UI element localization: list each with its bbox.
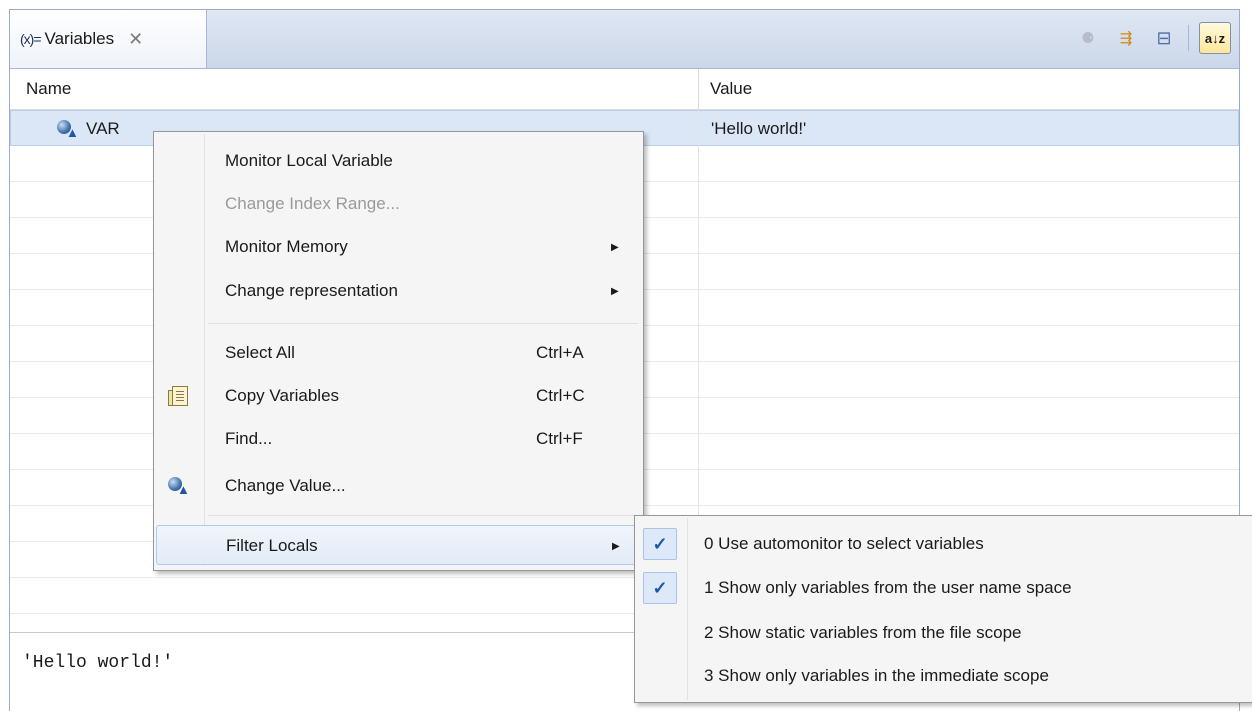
submenu-arrow-icon: ▶ xyxy=(612,540,620,552)
column-divider[interactable] xyxy=(698,69,699,109)
toolbar-separator xyxy=(1188,25,1189,51)
menu-item-shortcut: Ctrl+C xyxy=(536,386,585,405)
sort-icon[interactable]: a↓z xyxy=(1199,22,1231,54)
copy-icon xyxy=(168,384,194,410)
variable-name-cell: ▲ VAR xyxy=(57,111,120,147)
column-header: Name Value xyxy=(10,69,1239,110)
submenu-arrow-icon: ▶ xyxy=(611,241,619,253)
variable-icon: ▲ xyxy=(168,474,194,500)
menu-item-label: Change Value... xyxy=(225,476,346,495)
menu-item-label: Find... xyxy=(225,429,273,448)
submenu-item-label: 1 Show only variables from the user name… xyxy=(704,578,1072,597)
menu-item-label: Select All xyxy=(225,343,295,362)
variables-tab-icon: (x)= xyxy=(20,31,41,47)
submenu-arrow-icon: ▶ xyxy=(611,285,619,297)
menu-item-shortcut: Ctrl+F xyxy=(536,429,583,448)
tab-variables[interactable]: (x)= Variables ✕ xyxy=(10,10,207,68)
menu-item-monitor-memory[interactable]: Monitor Memory ▶ xyxy=(156,227,641,267)
column-header-name[interactable]: Name xyxy=(26,69,71,109)
menu-item-label: Monitor Memory xyxy=(225,237,348,256)
menu-item-label: Change Index Range... xyxy=(225,194,400,213)
view-title-bar: (x)= Variables ✕ ⚈ ⇶ ⊟ a↓z xyxy=(10,10,1239,69)
menu-item-change-representation[interactable]: Change representation ▶ xyxy=(156,271,641,311)
menu-item-find[interactable]: Find... Ctrl+F xyxy=(156,419,641,459)
close-icon[interactable]: ✕ xyxy=(128,29,143,50)
menu-item-shortcut: Ctrl+A xyxy=(536,343,584,362)
detail-text: 'Hello world!' xyxy=(22,653,174,673)
submenu-item-label: 3 Show only variables in the immediate s… xyxy=(704,666,1049,685)
view-toolbar: ⚈ ⇶ ⊟ a↓z xyxy=(1074,22,1231,54)
menu-item-label: Copy Variables xyxy=(225,386,340,405)
menu-separator xyxy=(208,323,638,324)
collapse-all-icon[interactable]: ⊟ xyxy=(1150,24,1178,52)
menu-item-label: Filter Locals xyxy=(226,536,318,555)
submenu-item-automonitor[interactable]: ✓ 0 Use automonitor to select variables xyxy=(637,522,1252,566)
tab-title: Variables xyxy=(44,29,115,48)
menu-item-change-index-range[interactable]: Change Index Range... xyxy=(156,184,641,224)
menu-item-copy-variables[interactable]: Copy Variables Ctrl+C xyxy=(156,376,641,416)
submenu-item-immediate-scope[interactable]: 3 Show only variables in the immediate s… xyxy=(637,654,1252,698)
menu-item-label: Change representation xyxy=(225,281,398,300)
checkmark-icon: ✓ xyxy=(643,572,677,604)
variable-name: VAR xyxy=(86,119,120,138)
menu-separator xyxy=(208,515,638,516)
context-menu: Monitor Local Variable Change Index Rang… xyxy=(153,131,644,571)
submenu-item-user-name-space[interactable]: ✓ 1 Show only variables from the user na… xyxy=(637,566,1252,610)
menu-item-label: Monitor Local Variable xyxy=(225,151,393,170)
variable-value: 'Hello world!' xyxy=(711,119,807,138)
submenu-item-label: 0 Use automonitor to select variables xyxy=(704,534,984,553)
layout-icon[interactable]: ⇶ xyxy=(1112,24,1140,52)
show-type-names-icon[interactable]: ⚈ xyxy=(1074,24,1102,52)
menu-item-select-all[interactable]: Select All Ctrl+A xyxy=(156,333,641,373)
variable-icon: ▲ xyxy=(57,119,79,140)
submenu-item-static-file-scope[interactable]: 2 Show static variables from the file sc… xyxy=(637,611,1252,655)
submenu-item-label: 2 Show static variables from the file sc… xyxy=(704,623,1022,642)
checkmark-icon: ✓ xyxy=(643,528,677,560)
window-top-strip xyxy=(0,0,1252,9)
menu-item-filter-locals[interactable]: Filter Locals ▶ xyxy=(156,525,641,565)
menu-item-monitor-local-variable[interactable]: Monitor Local Variable xyxy=(156,141,641,181)
menu-item-change-value[interactable]: ▲ Change Value... xyxy=(156,466,641,506)
column-header-value[interactable]: Value xyxy=(710,69,752,109)
filter-locals-submenu: ✓ 0 Use automonitor to select variables … xyxy=(634,515,1252,703)
